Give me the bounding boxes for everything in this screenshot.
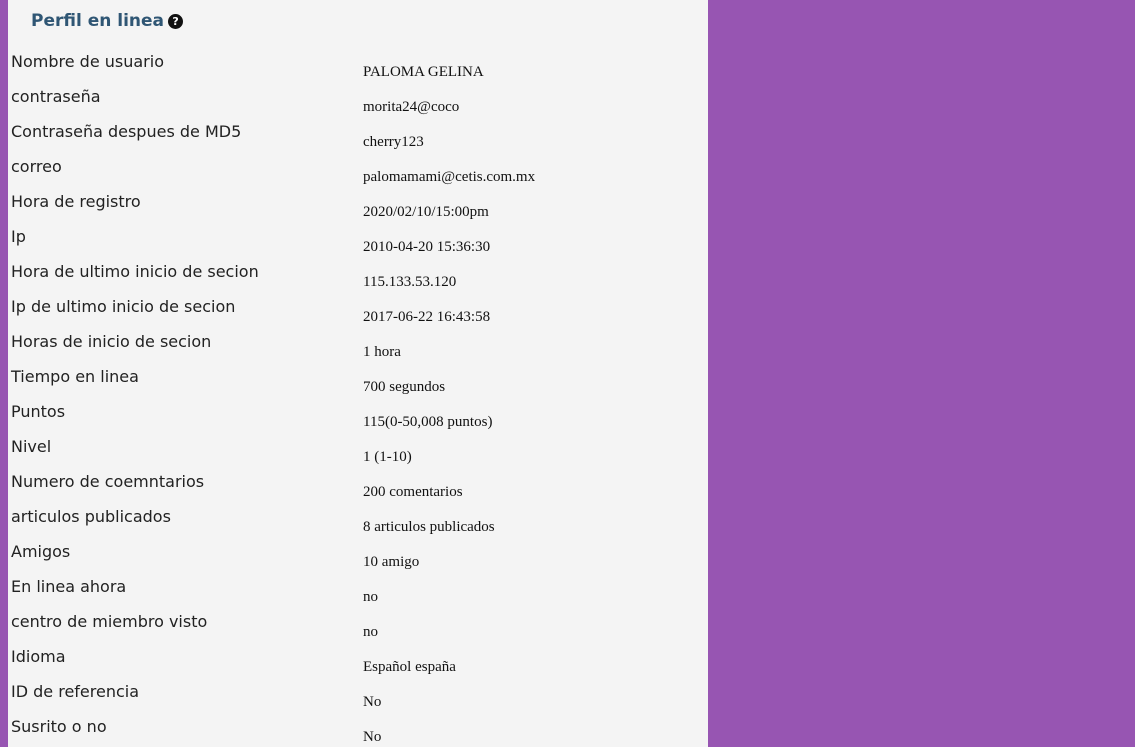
row-label: Contraseña despues de MD5 [11,122,242,141]
profile-row-online-now: En linea ahora no [8,569,708,605]
profile-row-password: contraseña morita24@coco [8,79,708,115]
profile-row-last-login-time: Hora de ultimo inicio de secion 115.133.… [8,254,708,290]
row-label: articulos publicados [11,507,171,526]
profile-panel: Perfil en linea ? Nombre de usuario PALO… [8,0,708,747]
row-label: correo [11,157,62,176]
row-label: centro de miembro visto [11,612,208,631]
row-label: Ip de ultimo inicio de secion [11,297,236,316]
profile-row-registration-time: Hora de registro 2020/02/10/15:00pm [8,184,708,220]
row-label: Hora de registro [11,192,141,211]
row-label: Puntos [11,402,66,421]
profile-row-password-md5: Contraseña despues de MD5 cherry123 [8,114,708,150]
row-label: Susrito o no [11,717,107,736]
profile-row-subscribed: Susrito o no No [8,709,708,745]
profile-row-email: correo palomamami@cetis.com.mx [8,149,708,185]
profile-header: Perfil en linea ? [31,9,184,33]
row-label: Hora de ultimo inicio de secion [11,262,259,281]
row-label: Idioma [11,647,66,666]
row-label: Numero de coemntarios [11,472,205,491]
profile-row-comment-count: Numero de coemntarios 200 comentarios [8,464,708,500]
row-label: Nombre de usuario [11,52,164,71]
row-label: Horas de inicio de secion [11,332,212,351]
page-title: Perfil en linea [31,11,165,31]
profile-row-language: Idioma Español españa [8,639,708,675]
profile-row-referral-id: ID de referencia No [8,674,708,710]
profile-row-ip: Ip 2010-04-20 15:36:30 [8,219,708,255]
question-circle-icon[interactable]: ? [168,13,184,29]
profile-row-points: Puntos 115(0-50,008 puntos) [8,394,708,430]
profile-row-level: Nivel 1 (1-10) [8,429,708,465]
profile-row-published-articles: articulos publicados 8 articulos publica… [8,499,708,535]
row-label: Nivel [11,437,52,456]
profile-row-username: Nombre de usuario PALOMA GELINA [8,44,708,80]
profile-table: Nombre de usuario PALOMA GELINA contrase… [8,44,708,747]
profile-row-member-center-seen: centro de miembro visto no [8,604,708,640]
row-label: Ip [11,227,26,246]
row-label: En linea ahora [11,577,127,596]
profile-row-online-time: Tiempo en linea 700 segundos [8,359,708,395]
profile-row-friends: Amigos 10 amigo [8,534,708,570]
left-border [0,0,8,747]
row-label: Tiempo en linea [11,367,139,386]
profile-row-session-hours: Horas de inicio de secion 1 hora [8,324,708,360]
row-label: ID de referencia [11,682,140,701]
row-label: contraseña [11,87,101,106]
row-label: Amigos [11,542,71,561]
profile-row-last-login-ip: Ip de ultimo inicio de secion 2017-06-22… [8,289,708,325]
